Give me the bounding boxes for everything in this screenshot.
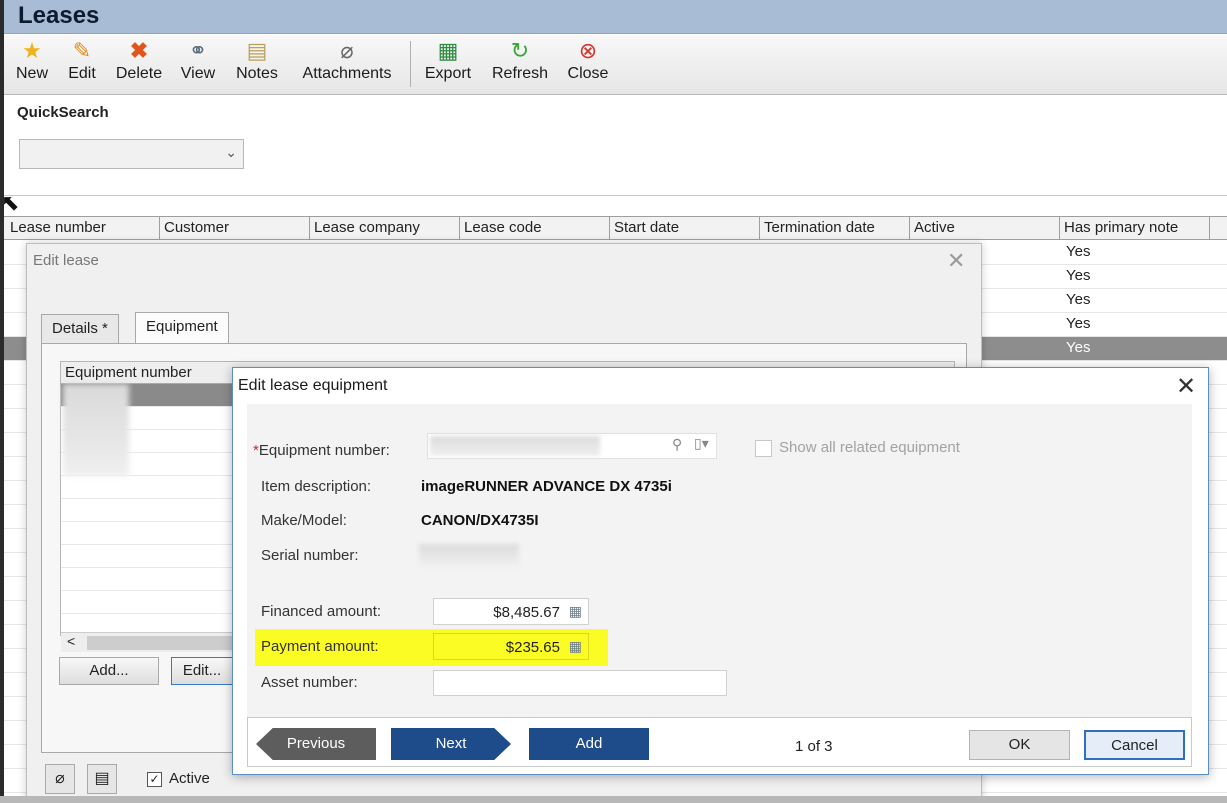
edit-lease-bottom-bar: ⌀ ▤ ✓ Active <box>41 764 241 798</box>
search-icon[interactable]: ⚲ <box>672 436 682 453</box>
close-icon[interactable]: ✕ <box>947 248 965 274</box>
toolbar: ★ New ✎ Edit ✖ Delete ⚭ View ▤ Notes ⌀ A… <box>4 35 1227 95</box>
show-all-related-checkbox[interactable] <box>755 440 772 457</box>
attachments-button[interactable]: ⌀ Attachments <box>292 37 402 91</box>
column-active[interactable]: Active <box>910 217 1060 239</box>
active-checkbox[interactable]: ✓ <box>147 772 162 787</box>
item-description-label: Item description: <box>261 478 372 495</box>
notes-icon: ▤ <box>246 38 268 63</box>
column-equipment-number[interactable]: Equipment number <box>65 364 192 381</box>
show-all-related-label: Show all related equipment <box>779 439 960 456</box>
item-description-value: imageRUNNER ADVANCE DX 4735i <box>421 478 672 495</box>
edit-lease-equipment-dialog: Edit lease equipment ✕ *Equipment number… <box>232 367 1209 775</box>
calculator-icon[interactable]: ▦ <box>569 638 582 655</box>
has-primary-note-cell: Yes <box>1066 291 1091 308</box>
column-lease-code[interactable]: Lease code <box>460 217 610 239</box>
calculator-icon[interactable]: ▦ <box>569 603 582 620</box>
tab-details[interactable]: Details * <box>41 314 119 344</box>
column-start-date[interactable]: Start date <box>610 217 760 239</box>
quicksearch-select[interactable]: ⌄ <box>19 139 244 169</box>
dialog-title: Edit lease equipment <box>238 377 388 394</box>
notes-button[interactable]: ▤ Notes <box>230 37 284 91</box>
edit-lease-title: Edit lease <box>33 252 99 269</box>
leases-grid-header: Lease number Customer Lease company Leas… <box>4 216 1227 240</box>
refresh-icon: ↻ <box>510 38 530 63</box>
export-button[interactable]: ▦ Export <box>418 37 478 91</box>
quicksearch-label: QuickSearch <box>17 104 109 121</box>
chevron-down-icon: ⌄ <box>225 144 237 160</box>
serial-number-label: Serial number: <box>261 547 359 564</box>
has-primary-note-cell: Yes <box>1066 315 1091 332</box>
refresh-button[interactable]: ↻ Refresh <box>488 37 552 91</box>
make-model-label: Make/Model: <box>261 512 347 529</box>
new-button[interactable]: ★ New <box>12 37 52 91</box>
equipment-number-field[interactable]: ⚲ ▯▾ <box>427 433 717 459</box>
scrollbar-thumb[interactable] <box>87 636 247 650</box>
chevron-left-icon[interactable]: < <box>67 633 75 649</box>
paperclip-icon: ⌀ <box>340 38 354 63</box>
redacted-equipment-number <box>63 384 129 476</box>
asset-number-label: Asset number: <box>261 674 358 691</box>
mouse-cursor-icon: ⬉ <box>1 190 20 215</box>
app-title: Leases <box>18 2 100 29</box>
paperclip-icon[interactable]: ⌀ <box>45 764 75 794</box>
equipment-number-label: *Equipment number: <box>253 442 390 459</box>
view-button[interactable]: ⚭ View <box>176 37 220 91</box>
add-button[interactable]: Add <box>529 728 649 760</box>
column-lease-company[interactable]: Lease company <box>310 217 460 239</box>
tab-equipment[interactable]: Equipment <box>135 312 229 344</box>
star-icon: ★ <box>22 38 42 63</box>
asset-number-field[interactable] <box>433 670 727 696</box>
column-customer[interactable]: Customer <box>160 217 310 239</box>
redacted-equipment-number <box>430 436 600 456</box>
delete-button[interactable]: ✖ Delete <box>110 37 168 91</box>
previous-button[interactable]: Previous <box>256 728 376 760</box>
dialog-footer: Previous Next Add 1 of 3 OK Cancel <box>247 717 1192 767</box>
close-icon[interactable]: ✕ <box>1176 372 1196 401</box>
ok-button[interactable]: OK <box>969 730 1070 760</box>
has-primary-note-cell: Yes <box>1066 267 1091 284</box>
has-primary-note-cell: Yes <box>1066 339 1091 356</box>
x-icon: ✖ <box>129 38 149 63</box>
window-bottom-edge <box>0 796 1227 803</box>
cancel-button[interactable]: Cancel <box>1084 730 1185 760</box>
column-termination-date[interactable]: Termination date <box>760 217 910 239</box>
active-label: Active <box>169 770 210 787</box>
redacted-serial-number <box>419 544 519 566</box>
edit-button[interactable]: ✎ Edit <box>62 37 102 91</box>
next-button[interactable]: Next <box>391 728 511 760</box>
title-bar: Leases <box>4 0 1227 34</box>
has-primary-note-cell: Yes <box>1066 243 1091 260</box>
pencil-icon: ✎ <box>72 38 92 63</box>
column-has-primary-note[interactable]: Has primary note <box>1060 217 1210 239</box>
close-icon: ⊗ <box>578 38 598 63</box>
make-model-value: CANON/DX4735I <box>421 512 539 529</box>
equipment-form: *Equipment number: ⚲ ▯▾ Show all related… <box>247 404 1192 724</box>
payment-amount-label: Payment amount: <box>261 638 379 655</box>
page-indicator: 1 of 3 <box>795 738 833 755</box>
quicksearch-panel: QuickSearch ⌄ <box>4 96 1227 196</box>
toolbar-separator <box>410 41 411 87</box>
binoculars-icon: ⚭ <box>188 38 208 63</box>
payment-amount-field[interactable]: $235.65 ▦ <box>433 633 589 660</box>
column-lease-number[interactable]: Lease number <box>6 217 160 239</box>
add-equipment-button[interactable]: Add... <box>59 657 159 685</box>
close-button[interactable]: ⊗ Close <box>562 37 614 91</box>
edit-equipment-button[interactable]: Edit... <box>171 657 233 685</box>
financed-amount-field[interactable]: $8,485.67 ▦ <box>433 598 589 625</box>
notes-icon[interactable]: ▤ <box>87 764 117 794</box>
financed-amount-label: Financed amount: <box>261 603 382 620</box>
lookup-dropdown-icon[interactable]: ▯▾ <box>694 435 709 452</box>
export-icon: ▦ <box>437 38 459 63</box>
